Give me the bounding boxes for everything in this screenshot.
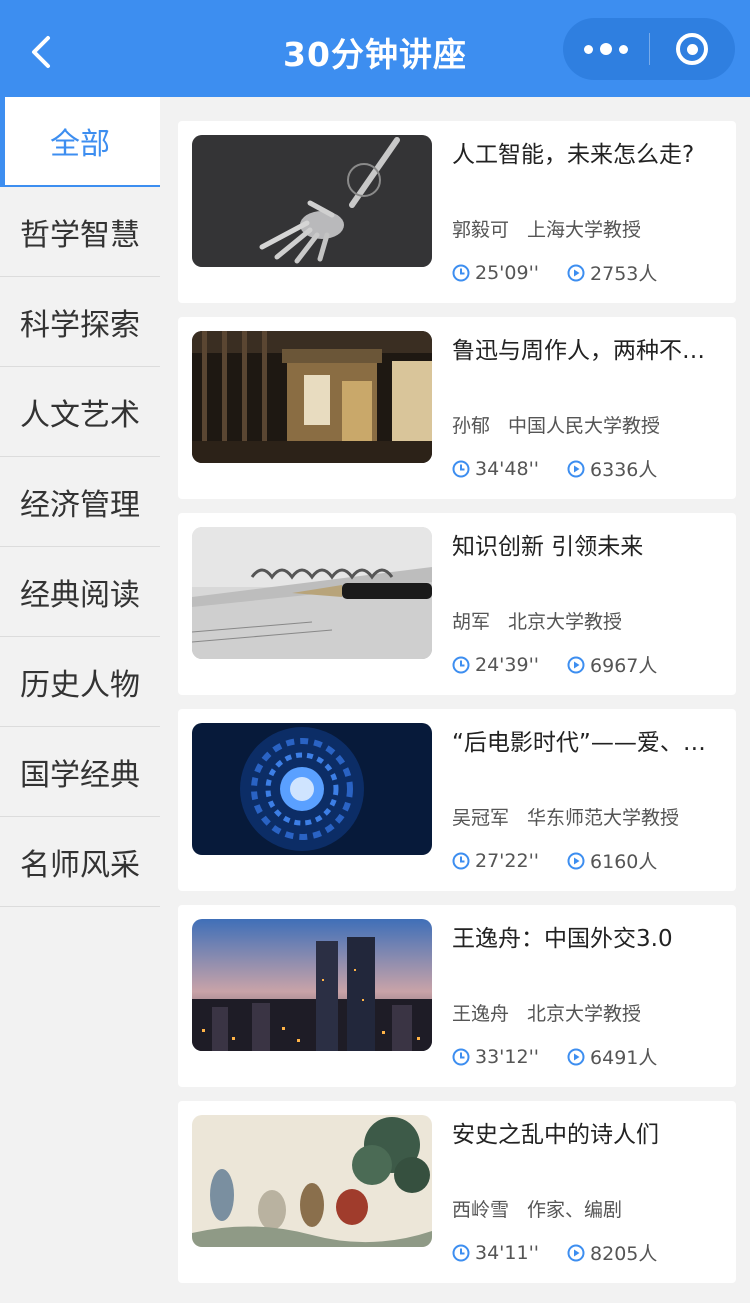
more-dots-icon: [584, 44, 593, 54]
play-icon: [567, 1244, 585, 1261]
more-button[interactable]: [563, 18, 649, 80]
target-circle-icon: [676, 33, 708, 65]
lecture-card[interactable]: 鲁迅与周作人，两种不… 孙郁 中国人民大学教授 34'48'' 6336人: [178, 317, 736, 499]
lecture-thumbnail: [192, 331, 432, 463]
clock-icon: [452, 264, 470, 281]
play-icon: [567, 460, 585, 477]
lecture-speaker: 胡军 北京大学教授: [452, 611, 623, 633]
fountain-pen-image: [192, 527, 432, 659]
category-sidebar: 全部 哲学智慧 科学探索 人文艺术 经济管理 经典阅读 历史人物 国学经典 名师…: [0, 97, 160, 1303]
sidebar-item-history-figures[interactable]: 历史人物: [0, 637, 160, 727]
lecture-card[interactable]: 王逸舟：中国外交3.0 王逸舟 北京大学教授 33'12'' 6491人: [178, 905, 736, 1087]
lecture-title: 人工智能，未来怎么走?: [452, 142, 695, 168]
lecture-meta: 34'48'' 6336人: [452, 455, 657, 482]
sidebar-item-economics[interactable]: 经济管理: [0, 457, 160, 547]
lecture-speaker: 吴冠军 华东师范大学教授: [452, 807, 680, 829]
lecture-views: 6491人: [590, 1047, 658, 1069]
lecture-duration: 34'11'': [475, 1241, 540, 1264]
lecture-views: 6967人: [590, 655, 658, 677]
clock-icon: [452, 656, 470, 673]
play-icon: [567, 1048, 585, 1065]
clock-icon: [452, 1048, 470, 1065]
lecture-thumbnail: [192, 919, 432, 1051]
sidebar-item-science[interactable]: 科学探索: [0, 277, 160, 367]
sidebar-item-all[interactable]: 全部: [0, 97, 160, 187]
ink-painting-image: [192, 1115, 432, 1247]
lecture-card[interactable]: 知识创新 引领未来 胡军 北京大学教授 24'39'' 6967人: [178, 513, 736, 695]
lecture-thumbnail: [192, 723, 432, 855]
mini-program-capsule: [563, 18, 735, 80]
lecture-thumbnail: [192, 527, 432, 659]
sidebar-item-chinese-classics[interactable]: 国学经典: [0, 727, 160, 817]
sidebar-item-classic-reading[interactable]: 经典阅读: [0, 547, 160, 637]
speaker-affiliation: 华东师范大学教授: [527, 807, 680, 829]
lecture-title: 鲁迅与周作人，两种不…: [452, 338, 705, 364]
clock-icon: [452, 1244, 470, 1261]
close-button[interactable]: [649, 18, 735, 80]
lecture-speaker: 西岭雪 作家、编剧: [452, 1199, 623, 1221]
lecture-views: 8205人: [590, 1243, 658, 1265]
sidebar-item-humanities[interactable]: 人文艺术: [0, 367, 160, 457]
speaker-affiliation: 北京大学教授: [508, 611, 623, 633]
sidebar-item-philosophy[interactable]: 哲学智慧: [0, 187, 160, 277]
lecture-title: 王逸舟：中国外交3.0: [452, 926, 673, 952]
lecture-views: 6336人: [590, 459, 658, 481]
sidebar-item-famous-teachers[interactable]: 名师风采: [0, 817, 160, 907]
city-skyline-image: [192, 919, 432, 1051]
lecture-views: 6160人: [590, 851, 658, 873]
lecture-meta: 33'12'' 6491人: [452, 1043, 657, 1070]
lecture-speaker: 郭毅可 上海大学教授: [452, 219, 642, 241]
lecture-speaker: 孙郁 中国人民大学教授: [452, 415, 661, 437]
lecture-title: “后电影时代”——爱、…: [452, 730, 706, 756]
lecture-meta: 27'22'' 6160人: [452, 847, 657, 874]
speaker-affiliation: 作家、编剧: [527, 1199, 623, 1221]
speaker-affiliation: 上海大学教授: [527, 219, 642, 241]
lecture-meta: 25'09'' 2753人: [452, 259, 657, 286]
robot-hand-image: [192, 135, 432, 267]
lecture-duration: 33'12'': [475, 1045, 540, 1068]
lecture-title: 安史之乱中的诗人们: [452, 1122, 659, 1148]
clock-icon: [452, 852, 470, 869]
lecture-views: 2753人: [590, 263, 658, 285]
lecture-duration: 24'39'': [475, 653, 540, 676]
lecture-title: 知识创新 引领未来: [452, 534, 644, 560]
play-icon: [567, 264, 585, 281]
lecture-meta: 24'39'' 6967人: [452, 651, 657, 678]
speaker-affiliation: 中国人民大学教授: [508, 415, 661, 437]
lecture-card[interactable]: 安史之乱中的诗人们 西岭雪 作家、编剧 34'11'' 8205人: [178, 1101, 736, 1283]
lecture-speaker: 王逸舟 北京大学教授: [452, 1003, 642, 1025]
lecture-card[interactable]: “后电影时代”——爱、… 吴冠军 华东师范大学教授 27'22'' 6160人: [178, 709, 736, 891]
blue-tunnel-image: [192, 723, 432, 855]
play-icon: [567, 852, 585, 869]
lecture-card[interactable]: 人工智能，未来怎么走? 郭毅可 上海大学教授 25'09'' 2753人: [178, 121, 736, 303]
lecture-thumbnail: [192, 1115, 432, 1247]
lecture-duration: 25'09'': [475, 261, 540, 284]
lecture-duration: 27'22'': [475, 849, 540, 872]
old-house-image: [192, 331, 432, 463]
lecture-duration: 34'48'': [475, 457, 540, 480]
lecture-meta: 34'11'' 8205人: [452, 1239, 657, 1266]
play-icon: [567, 656, 585, 673]
nav-bar: 30分钟讲座: [0, 0, 750, 97]
clock-icon: [452, 460, 470, 477]
lecture-thumbnail: [192, 135, 432, 267]
speaker-affiliation: 北京大学教授: [527, 1003, 642, 1025]
lecture-list: 人工智能，未来怎么走? 郭毅可 上海大学教授 25'09'' 2753人 鲁迅与…: [160, 97, 750, 1303]
